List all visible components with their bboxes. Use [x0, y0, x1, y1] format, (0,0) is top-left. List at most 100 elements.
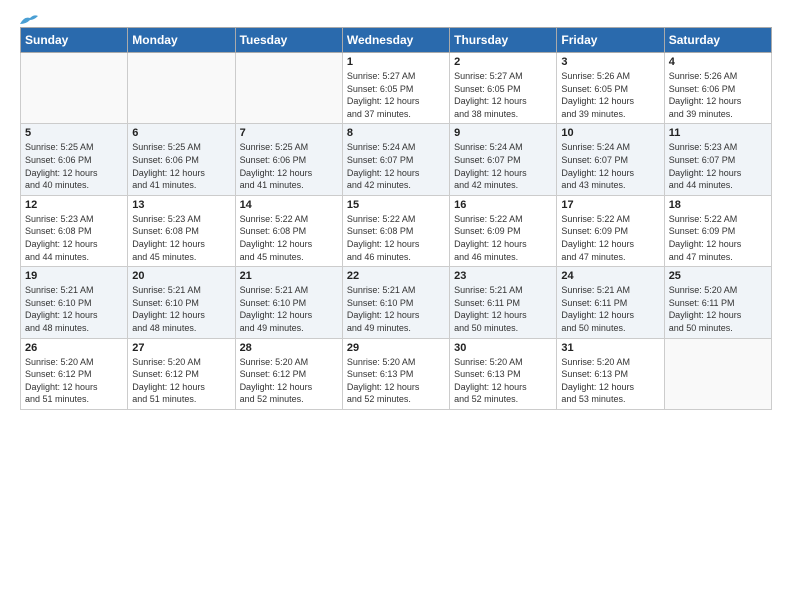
day-info: Sunrise: 5:23 AM Sunset: 6:07 PM Dayligh…: [669, 141, 767, 191]
calendar-cell: 22Sunrise: 5:21 AM Sunset: 6:10 PM Dayli…: [342, 267, 449, 338]
calendar-cell: 11 Sunrise: 5:23 AM Sunset: 6:07 PM Dayli…: [664, 124, 771, 195]
day-info: Sunrise: 5:27 AM Sunset: 6:05 PM Dayligh…: [454, 70, 552, 120]
day-info: Sunrise: 5:23 AM Sunset: 6:08 PM Dayligh…: [132, 213, 230, 263]
day-number: 14: [240, 199, 338, 211]
logo-bird-icon: [18, 12, 38, 28]
day-number: 8: [347, 127, 445, 139]
day-number: 17: [561, 199, 659, 211]
day-info: Sunrise: 5:25 AM Sunset: 6:06 PM Dayligh…: [132, 141, 230, 191]
calendar-week-row: 12 Sunrise: 5:23 AM Sunset: 6:08 PM Dayli…: [21, 195, 772, 266]
day-info: Sunrise: 5:21 AM Sunset: 6:10 PM Dayligh…: [25, 284, 123, 334]
weekday-header: Tuesday: [235, 28, 342, 53]
day-number: 7: [240, 127, 338, 139]
day-info: Sunrise: 5:20 AM Sunset: 6:12 PM Dayligh…: [132, 356, 230, 406]
day-info: Sunrise: 5:24 AM Sunset: 6:07 PM Dayligh…: [347, 141, 445, 191]
calendar-week-row: 26 Sunrise: 5:20 AM Sunset: 6:12 PM Dayli…: [21, 338, 772, 409]
day-info: Sunrise: 5:23 AM Sunset: 6:08 PM Dayligh…: [25, 213, 123, 263]
day-number: 24: [561, 270, 659, 282]
day-number: 2: [454, 56, 552, 68]
calendar-cell: [21, 53, 128, 124]
calendar-cell: 4 Sunrise: 5:26 AM Sunset: 6:06 PM Daylig…: [664, 53, 771, 124]
calendar-cell: [128, 53, 235, 124]
day-number: 16: [454, 199, 552, 211]
calendar-cell: 3Sunrise: 5:26 AM Sunset: 6:05 PM Daylig…: [557, 53, 664, 124]
day-info: Sunrise: 5:21 AM Sunset: 6:10 PM Dayligh…: [132, 284, 230, 334]
calendar-cell: 15 Sunrise: 5:22 AM Sunset: 6:08 PM Dayli…: [342, 195, 449, 266]
calendar-cell: 10 Sunrise: 5:24 AM Sunset: 6:07 PM Dayli…: [557, 124, 664, 195]
day-info: Sunrise: 5:20 AM Sunset: 6:13 PM Dayligh…: [561, 356, 659, 406]
calendar-week-row: 19Sunrise: 5:21 AM Sunset: 6:10 PM Dayli…: [21, 267, 772, 338]
calendar-cell: 29 Sunrise: 5:20 AM Sunset: 6:13 PM Dayli…: [342, 338, 449, 409]
calendar-cell: 21 Sunrise: 5:21 AM Sunset: 6:10 PM Dayli…: [235, 267, 342, 338]
day-number: 12: [25, 199, 123, 211]
calendar-cell: 17 Sunrise: 5:22 AM Sunset: 6:09 PM Dayli…: [557, 195, 664, 266]
day-number: 31: [561, 342, 659, 354]
calendar-cell: 5Sunrise: 5:25 AM Sunset: 6:06 PM Daylig…: [21, 124, 128, 195]
calendar-cell: 20 Sunrise: 5:21 AM Sunset: 6:10 PM Dayli…: [128, 267, 235, 338]
day-number: 9: [454, 127, 552, 139]
day-number: 10: [561, 127, 659, 139]
day-info: Sunrise: 5:20 AM Sunset: 6:11 PM Dayligh…: [669, 284, 767, 334]
day-number: 27: [132, 342, 230, 354]
calendar-cell: 31 Sunrise: 5:20 AM Sunset: 6:13 PM Dayli…: [557, 338, 664, 409]
day-info: Sunrise: 5:26 AM Sunset: 6:05 PM Dayligh…: [561, 70, 659, 120]
calendar-cell: 8 Sunrise: 5:24 AM Sunset: 6:07 PM Daylig…: [342, 124, 449, 195]
day-number: 5: [25, 127, 123, 139]
day-info: Sunrise: 5:21 AM Sunset: 6:10 PM Dayligh…: [347, 284, 445, 334]
calendar-cell: 14 Sunrise: 5:22 AM Sunset: 6:08 PM Dayli…: [235, 195, 342, 266]
day-info: Sunrise: 5:26 AM Sunset: 6:06 PM Dayligh…: [669, 70, 767, 120]
day-number: 30: [454, 342, 552, 354]
calendar-table: SundayMondayTuesdayWednesdayThursdayFrid…: [20, 27, 772, 410]
day-info: Sunrise: 5:27 AM Sunset: 6:05 PM Dayligh…: [347, 70, 445, 120]
day-info: Sunrise: 5:22 AM Sunset: 6:08 PM Dayligh…: [347, 213, 445, 263]
calendar-cell: 13 Sunrise: 5:23 AM Sunset: 6:08 PM Dayli…: [128, 195, 235, 266]
day-number: 18: [669, 199, 767, 211]
calendar-cell: 30 Sunrise: 5:20 AM Sunset: 6:13 PM Dayli…: [450, 338, 557, 409]
day-number: 11: [669, 127, 767, 139]
day-info: Sunrise: 5:24 AM Sunset: 6:07 PM Dayligh…: [561, 141, 659, 191]
day-number: 15: [347, 199, 445, 211]
calendar-cell: [235, 53, 342, 124]
day-number: 26: [25, 342, 123, 354]
day-info: Sunrise: 5:20 AM Sunset: 6:13 PM Dayligh…: [347, 356, 445, 406]
weekday-header: Friday: [557, 28, 664, 53]
day-info: Sunrise: 5:22 AM Sunset: 6:09 PM Dayligh…: [561, 213, 659, 263]
page-header: [10, 10, 782, 27]
calendar-cell: 27 Sunrise: 5:20 AM Sunset: 6:12 PM Dayli…: [128, 338, 235, 409]
calendar-cell: 18 Sunrise: 5:22 AM Sunset: 6:09 PM Dayli…: [664, 195, 771, 266]
calendar-cell: 26 Sunrise: 5:20 AM Sunset: 6:12 PM Dayli…: [21, 338, 128, 409]
weekday-header: Thursday: [450, 28, 557, 53]
calendar-week-row: 5 Sunrise: 5:25 AM Sunset: 6:06 PM Daylig…: [21, 124, 772, 195]
calendar-cell: 9 Sunrise: 5:24 AM Sunset: 6:07 PM Daylig…: [450, 124, 557, 195]
day-info: Sunrise: 5:22 AM Sunset: 6:08 PM Dayligh…: [240, 213, 338, 263]
calendar-cell: 12 Sunrise: 5:23 AM Sunset: 6:08 PM Dayli…: [21, 195, 128, 266]
calendar-cell: [664, 338, 771, 409]
day-number: 21: [240, 270, 338, 282]
calendar-cell: 28 Sunrise: 5:20 AM Sunset: 6:12 PM Dayli…: [235, 338, 342, 409]
day-info: Sunrise: 5:25 AM Sunset: 6:06 PM Dayligh…: [240, 141, 338, 191]
calendar-cell: 19Sunrise: 5:21 AM Sunset: 6:10 PM Dayli…: [21, 267, 128, 338]
day-info: Sunrise: 5:22 AM Sunset: 6:09 PM Dayligh…: [454, 213, 552, 263]
day-number: 25: [669, 270, 767, 282]
day-info: Sunrise: 5:24 AM Sunset: 6:07 PM Dayligh…: [454, 141, 552, 191]
weekday-header-row: SundayMondayTuesdayWednesdayThursdayFrid…: [21, 28, 772, 53]
day-info: Sunrise: 5:20 AM Sunset: 6:12 PM Dayligh…: [240, 356, 338, 406]
day-number: 28: [240, 342, 338, 354]
calendar-cell: 2 Sunrise: 5:27 AM Sunset: 6:05 PM Daylig…: [450, 53, 557, 124]
day-number: 20: [132, 270, 230, 282]
calendar-cell: 25 Sunrise: 5:20 AM Sunset: 6:11 PM Dayli…: [664, 267, 771, 338]
weekday-header: Sunday: [21, 28, 128, 53]
weekday-header: Saturday: [664, 28, 771, 53]
day-number: 29: [347, 342, 445, 354]
calendar-cell: 24 Sunrise: 5:21 AM Sunset: 6:11 PM Dayli…: [557, 267, 664, 338]
day-info: Sunrise: 5:22 AM Sunset: 6:09 PM Dayligh…: [669, 213, 767, 263]
day-info: Sunrise: 5:21 AM Sunset: 6:11 PM Dayligh…: [561, 284, 659, 334]
day-info: Sunrise: 5:21 AM Sunset: 6:10 PM Dayligh…: [240, 284, 338, 334]
day-info: Sunrise: 5:20 AM Sunset: 6:12 PM Dayligh…: [25, 356, 123, 406]
day-number: 4: [669, 56, 767, 68]
calendar-cell: 16 Sunrise: 5:22 AM Sunset: 6:09 PM Dayli…: [450, 195, 557, 266]
day-number: 13: [132, 199, 230, 211]
weekday-header: Wednesday: [342, 28, 449, 53]
calendar-cell: 23Sunrise: 5:21 AM Sunset: 6:11 PM Dayli…: [450, 267, 557, 338]
day-info: Sunrise: 5:20 AM Sunset: 6:13 PM Dayligh…: [454, 356, 552, 406]
